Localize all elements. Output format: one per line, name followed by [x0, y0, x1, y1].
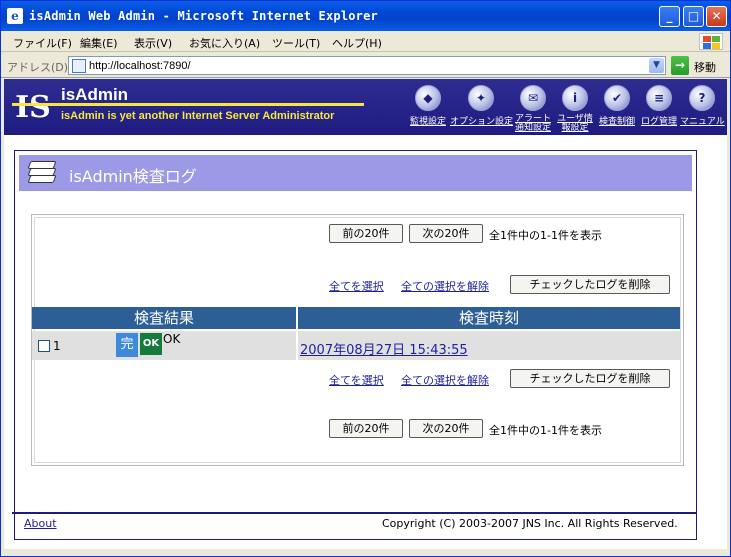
address-bar: アドレス(D) http://localhost:7890/ ▼ → 移動	[1, 53, 730, 78]
column-header-time: 検査時刻	[298, 307, 680, 329]
menu-bar: ファイル(F) 編集(E) 表示(V) お気に入り(A) ツール(T) ヘルプ(…	[1, 31, 730, 52]
nav-monitor[interactable]: ◆ 監視設定	[407, 85, 449, 127]
page-count-bottom: 全1件中の1-1件を表示	[489, 424, 602, 437]
about-link[interactable]: About	[24, 517, 57, 530]
deselect-all-link-bottom[interactable]: 全ての選択を解除	[401, 372, 489, 388]
menu-help[interactable]: ヘルプ(H)	[332, 35, 382, 51]
nav-user-label[interactable]: ユーザ情報設定	[555, 114, 595, 132]
nav-options-label[interactable]: オプション設定	[450, 114, 513, 127]
address-input[interactable]: http://localhost:7890/ ▼	[68, 56, 666, 75]
deselect-all-link-top[interactable]: 全ての選択を解除	[401, 278, 489, 294]
window-title: isAdmin Web Admin - Microsoft Internet E…	[29, 9, 378, 23]
nav-alert-label[interactable]: アラート通知設定	[513, 114, 553, 132]
footer-divider	[12, 512, 697, 514]
close-button[interactable]: ✕	[706, 6, 727, 27]
menu-tools[interactable]: ツール(T)	[272, 35, 320, 51]
page-icon	[72, 59, 86, 73]
alert-icon: ✉	[520, 85, 546, 111]
brand-tagline: isAdmin is yet another Internet Server A…	[61, 110, 335, 122]
chevron-down-icon[interactable]: ▼	[649, 58, 664, 73]
panel-header: isAdmin検査ログ	[19, 155, 692, 191]
next-page-button-bottom[interactable]: 次の20件	[409, 419, 483, 438]
done-badge: 完	[116, 333, 138, 357]
nav-manual[interactable]: ? マニュアル	[680, 85, 725, 127]
ie-icon: e	[7, 8, 23, 24]
status-bar	[1, 549, 730, 556]
nav-manual-label[interactable]: マニュアル	[680, 114, 725, 127]
nav-inspect[interactable]: ✔ 検査制御	[597, 85, 637, 127]
inspect-icon: ✔	[604, 85, 630, 111]
delete-checked-button-top[interactable]: チェックしたログを削除	[510, 275, 670, 294]
delete-checked-button-bottom[interactable]: チェックしたログを削除	[510, 369, 670, 388]
maximize-button[interactable]: □	[683, 6, 704, 27]
nav-options[interactable]: ✦ オプション設定	[450, 85, 513, 127]
result-status: OK	[163, 332, 181, 346]
nav-user[interactable]: i ユーザ情報設定	[555, 85, 595, 132]
select-all-link-bottom[interactable]: 全てを選択	[329, 372, 384, 388]
address-label: アドレス(D)	[7, 61, 69, 74]
app-header: IS isAdmin isAdmin is yet another Intern…	[4, 79, 727, 135]
monitor-icon: ◆	[415, 85, 441, 111]
manual-icon: ?	[689, 85, 715, 111]
row-number: 1	[53, 339, 61, 353]
page-title: isAdmin検査ログ	[69, 167, 197, 186]
log-table-frame: 前の20件 次の20件 全1件中の1-1件を表示 全てを選択 全ての選択を解除 …	[31, 214, 684, 466]
inspection-time-link[interactable]: 2007年08月27日 15:43:55	[300, 339, 468, 358]
go-arrow-icon[interactable]: →	[671, 56, 689, 75]
option-icon: ✦	[468, 85, 494, 111]
menu-edit[interactable]: 編集(E)	[80, 35, 118, 51]
menu-favorites[interactable]: お気に入り(A)	[189, 35, 260, 51]
page-content: IS isAdmin isAdmin is yet another Intern…	[4, 79, 727, 549]
nav-log-label[interactable]: ログ管理	[639, 114, 679, 127]
ok-icon: OK	[140, 333, 162, 355]
brand-name: isAdmin	[61, 85, 129, 104]
column-header-result: 検査結果	[32, 307, 296, 329]
nav-log[interactable]: ≡ ログ管理	[639, 85, 679, 127]
minimize-button[interactable]: _	[659, 6, 680, 27]
log-table-inner: 前の20件 次の20件 全1件中の1-1件を表示 全てを選択 全ての選択を解除 …	[32, 217, 681, 463]
log-stack-icon	[27, 161, 57, 185]
select-all-link-top[interactable]: 全てを選択	[329, 278, 384, 294]
log-panel: isAdmin検査ログ 前の20件 次の20件 全1件中の1-1件を表示 全てを…	[14, 150, 697, 540]
user-icon: i	[562, 85, 588, 111]
menu-view[interactable]: 表示(V)	[134, 35, 172, 51]
window-border-right	[727, 79, 730, 549]
windows-logo-icon	[699, 33, 723, 50]
prev-page-button-bottom[interactable]: 前の20件	[329, 419, 403, 438]
log-icon: ≡	[646, 85, 672, 111]
nav-monitor-label[interactable]: 監視設定	[407, 114, 449, 127]
title-bar: e isAdmin Web Admin - Microsoft Internet…	[1, 1, 730, 31]
table-row-time: 2007年08月27日 15:43:55	[298, 331, 680, 360]
row-checkbox[interactable]	[38, 340, 50, 352]
menu-file[interactable]: ファイル(F)	[13, 35, 72, 51]
go-button[interactable]: 移動	[694, 59, 716, 75]
browser-window: e isAdmin Web Admin - Microsoft Internet…	[0, 0, 731, 557]
prev-page-button-top[interactable]: 前の20件	[329, 224, 403, 243]
logo-glyph: IS	[15, 90, 51, 125]
next-page-button-top[interactable]: 次の20件	[409, 224, 483, 243]
isadmin-logo: IS	[12, 87, 54, 129]
nav-inspect-label[interactable]: 検査制御	[597, 114, 637, 127]
page-count-top: 全1件中の1-1件を表示	[489, 229, 602, 242]
copyright-text: Copyright (C) 2003-2007 JNS Inc. All Rig…	[382, 517, 678, 530]
address-url[interactable]: http://localhost:7890/	[89, 60, 191, 72]
table-row: 1 完 OK OK	[32, 331, 296, 360]
nav-alert[interactable]: ✉ アラート通知設定	[513, 85, 553, 132]
